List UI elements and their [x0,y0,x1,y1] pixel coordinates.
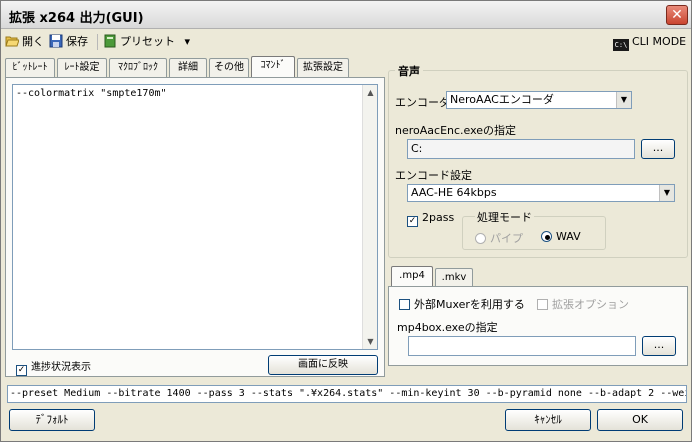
preset-button[interactable]: プリセット ▾ [103,33,190,51]
mp4box-path-field[interactable] [408,336,636,356]
window-title: 拡張 x264 出力(GUI) [9,11,144,26]
encoder-label: エンコーダ [395,96,450,109]
pipe-radio-icon [475,233,486,244]
preset-label: プリセット [120,35,175,48]
reflect-to-screen-button[interactable]: 画面に反映 [268,355,378,375]
close-icon: ✕ [671,7,683,23]
wav-label: WAV [556,230,581,243]
command-scrollbar[interactable]: ▲ ▼ [362,85,377,349]
floppy-disk-icon [49,34,63,48]
tab-command[interactable]: ｺﾏﾝﾄﾞ [251,56,295,78]
open-button[interactable]: 開く [5,33,44,51]
tab-rate-settings[interactable]: ﾚｰﾄ設定 [57,58,107,77]
title-bar: 拡張 x264 出力(GUI) ✕ [1,1,691,29]
wav-radio[interactable]: WAV [541,230,581,243]
external-muxer-label: 外部Muxerを利用する [414,298,525,311]
tab-bitrate[interactable]: ﾋﾞｯﾄﾚｰﾄ [5,58,55,77]
chevron-down-icon: ▼ [616,92,631,108]
encoder-select[interactable]: NeroAACエンコーダ ▼ [446,91,632,109]
external-muxer-check-icon [399,299,410,310]
toolbar-separator [97,34,98,50]
chevron-down-icon: ▼ [659,185,674,201]
mux-tab-panel: 外部Muxerを利用する 拡張オプション mp4box.exeの指定 ... [388,286,688,366]
progress-display-checkbox[interactable]: ✓ 進捗状況表示 [16,358,91,376]
toolbar: 開く 保存 プリセット ▾ C:\ CLI MODE [1,30,691,54]
close-button[interactable]: ✕ [666,5,688,25]
tab-other[interactable]: その他 [209,58,249,77]
tab-mkv[interactable]: .mkv [435,268,473,287]
save-label: 保存 [66,35,88,48]
exe-path-label: neroAacEnc.exeの指定 [395,124,517,137]
command-tab-panel: --colormatrix "smpte170m" ▲ ▼ ✓ 進捗状況表示 画面… [5,77,385,377]
cli-mode-label: CLI MODE [632,35,687,48]
tab-macroblock[interactable]: ﾏｸﾛﾌﾞﾛｯｸ [109,58,167,77]
chevron-down-icon: ▾ [184,35,191,48]
encode-setting-value: AAC-HE 64kbps [411,186,497,199]
preset-book-icon [104,34,116,48]
save-button[interactable]: 保存 [49,33,88,51]
extended-option-check-icon [537,299,548,310]
extended-option-label: 拡張オプション [552,298,629,311]
progress-display-label: 進捗状況表示 [31,362,91,373]
encode-setting-select[interactable]: AAC-HE 64kbps ▼ [407,184,675,202]
open-label: 開く [22,35,44,48]
twopass-label: 2pass [422,211,455,224]
scroll-up-icon[interactable]: ▲ [363,85,378,100]
external-muxer-checkbox[interactable]: 外部Muxerを利用する [399,296,525,312]
command-textarea[interactable]: --colormatrix "smpte170m" ▲ ▼ [12,84,378,350]
mode-group-label: 処理モード [475,209,534,225]
mp4box-label: mp4box.exeの指定 [397,321,498,334]
ok-button[interactable]: OK [597,409,683,431]
scroll-down-icon[interactable]: ▼ [363,334,378,349]
mp4box-browse-button[interactable]: ... [642,336,676,356]
command-line-preview[interactable]: --preset Medium --bitrate 1400 --pass 3 … [7,385,687,403]
console-icon: C:\ [613,39,629,51]
cli-mode-button[interactable]: C:\ CLI MODE [613,33,686,51]
pipe-radio[interactable]: パイプ [475,230,523,246]
command-text: --colormatrix "smpte170m" [16,88,167,99]
tab-extended-settings[interactable]: 拡張設定 [297,58,349,77]
tab-mp4[interactable]: .mp4 [391,266,433,288]
progress-check-icon: ✓ [16,365,27,376]
exe-path-value: C: [411,142,423,155]
cancel-button[interactable]: ｷｬﾝｾﾙ [505,409,591,431]
pipe-label: パイプ [490,232,523,245]
twopass-check-icon: ✓ [407,216,418,227]
wav-radio-icon [541,231,552,242]
tab-details[interactable]: 詳細 [169,58,207,77]
encoder-value: NeroAACエンコーダ [450,93,554,106]
exe-path-browse-button[interactable]: ... [641,139,675,159]
twopass-checkbox[interactable]: ✓ 2pass [407,211,454,227]
encode-setting-label: エンコード設定 [395,169,472,182]
folder-open-icon [5,36,19,47]
audio-group-label: 音声 [395,63,423,79]
exe-path-field[interactable]: C: [407,139,635,159]
extended-option-checkbox[interactable]: 拡張オプション [537,296,629,312]
settings-window: 拡張 x264 出力(GUI) ✕ 開く 保存 プリセット ▾ C:\ CLI M… [0,0,692,442]
default-button[interactable]: ﾃﾞﾌｫﾙﾄ [9,409,95,431]
